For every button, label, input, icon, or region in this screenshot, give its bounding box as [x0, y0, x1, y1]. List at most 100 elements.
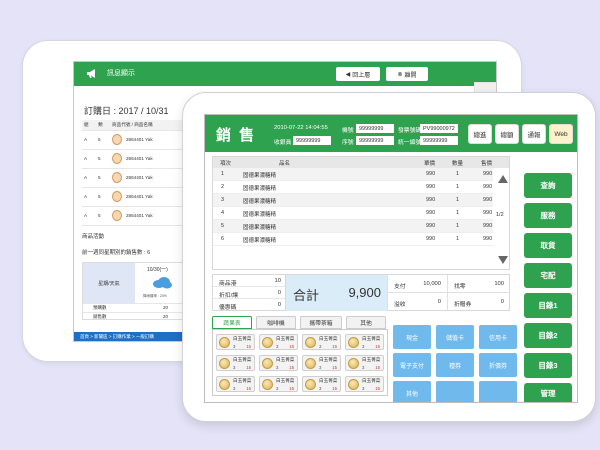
back-prev-button[interactable]: ◀ 回上層 [336, 67, 380, 81]
tab-category-2[interactable]: 咖啡機 [256, 316, 296, 329]
row-qty: 1 [456, 197, 460, 203]
scroll-up-icon[interactable] [498, 175, 508, 183]
product-image-icon [348, 337, 359, 348]
product-price: 15 [332, 344, 337, 349]
product-tile[interactable]: 白玉菁菜 3 15 [259, 355, 298, 371]
top-button-1[interactable]: 總進 [468, 124, 492, 144]
product-tile[interactable]: 白玉菁菜 3 15 [302, 334, 341, 350]
product-grid: 白玉菁菜 3 15 白玉菁菜 3 15 白玉菁菜 3 15 白玉菁菜 3 15 白玉菁菜 3 15 白玉菁菜 3… [212, 329, 388, 396]
scroll-down-icon[interactable] [498, 256, 508, 264]
promo-text: 前一週同星期別的銷售數 : 6 [82, 250, 151, 256]
product-tile[interactable]: 白玉菁菜 3 15 [216, 355, 255, 371]
menu-pickup-button[interactable]: 取貨 [524, 233, 572, 258]
pay-discount-coupon-button[interactable]: 折價券 [479, 353, 517, 377]
row-price: 990 [426, 171, 436, 177]
sales-item-table: 項次 品名 單價 數量 售價 1 固德果濃糖精 990 1 990 2 固德果濃糖精 990… [212, 156, 510, 270]
pay-other-button[interactable]: 其他 [393, 381, 431, 402]
pay-empty-button[interactable] [436, 381, 474, 402]
table-row[interactable]: 1 固德果濃糖精 990 1 990 [213, 168, 493, 181]
product-tile[interactable]: 白玉菁菜 3 15 [259, 376, 298, 392]
pay-voucher-button[interactable]: 禮券 [436, 353, 474, 377]
product-tile[interactable]: 白玉菁菜 3 15 [259, 334, 298, 350]
tab-category-3[interactable]: 攜帶茶箱 [300, 316, 342, 329]
product-tile[interactable]: 白玉菁菜 3 15 [345, 376, 384, 392]
pay-credit-card-button[interactable]: 信用卡 [479, 325, 517, 349]
value: 0 [277, 302, 281, 308]
cell: A [82, 206, 96, 226]
menu-service-button[interactable]: 服務 [524, 203, 572, 228]
total-box: 合計 9,900 [285, 275, 387, 311]
menu-admin-button[interactable]: 管理 [524, 383, 572, 402]
value: 0 [500, 299, 504, 305]
product-price: 15 [289, 386, 294, 391]
product-qty: 3 [319, 344, 322, 349]
product-tile[interactable]: 白玉菁菜 3 15 [302, 355, 341, 371]
uniform-value: 99999999 [420, 136, 458, 145]
pos-screen: 銷 售 2010-07-22 14:04:55 機號 99999999 收銀員 … [204, 114, 578, 403]
value: 100 [494, 281, 504, 287]
product-tile[interactable]: 白玉菁菜 3 15 [216, 376, 255, 392]
product-tile[interactable]: 白玉菁菜 3 15 [216, 334, 255, 350]
avatar [112, 210, 122, 221]
product-name: 白玉菁菜 [233, 336, 252, 341]
cloud-icon [153, 277, 172, 289]
machine-value: 99999999 [356, 124, 394, 133]
product-qty: 3 [276, 365, 279, 370]
top-button-3[interactable]: 通報 [522, 124, 546, 144]
change-cell: 找零 100 [447, 275, 510, 293]
menu-catalog1-button[interactable]: 目錄1 [524, 293, 572, 318]
pay-cash-button[interactable]: 現金 [393, 325, 431, 349]
invoice-value: PV99000972 [420, 124, 458, 133]
total-label: 合計 [293, 288, 320, 303]
tab-category-1[interactable]: 蔬果表 [212, 316, 252, 329]
cashier-value: 99999999 [293, 136, 331, 145]
product-tile[interactable]: 白玉菁菜 3 15 [302, 376, 341, 392]
row-value: 20 [163, 305, 169, 310]
back-leave-button[interactable]: ⊗ 離開 [386, 67, 428, 81]
front-tablet: 銷 售 2010-07-22 14:04:55 機號 99999999 收銀員 … [182, 92, 596, 422]
menu-delivery-button[interactable]: 宅配 [524, 263, 572, 288]
pay-epay-button[interactable]: 電子支付 [393, 353, 431, 377]
product-qty: 3 [276, 344, 279, 349]
product-tile[interactable]: 白玉菁菜 3 15 [345, 334, 384, 350]
breadcrumb[interactable]: 首頁 > 新聞區 > 訂購作業 > 一般訂購 [80, 334, 154, 340]
product-name: 白玉菁菜 [319, 357, 338, 362]
web-button[interactable]: Web [549, 124, 573, 144]
close-circle-icon: ⊗ [397, 71, 403, 78]
tab-category-4[interactable]: 其他 [346, 316, 386, 329]
value: 10,000 [423, 281, 441, 287]
table-row[interactable]: 5 固德果濃糖精 990 1 990 [213, 220, 493, 233]
pay-stored-card-button[interactable]: 儲值卡 [436, 325, 474, 349]
product-price: 15 [332, 365, 337, 370]
table-row[interactable]: 3 固德果濃糖精 990 1 990 [213, 194, 493, 207]
product-qty: 3 [233, 386, 236, 391]
row-amount: 990 [483, 210, 493, 216]
product-name: 白玉菁菜 [276, 357, 295, 362]
row-name: 固德果濃糖精 [243, 238, 277, 244]
product-price: 15 [246, 344, 251, 349]
top-button-2[interactable]: 總額 [495, 124, 519, 144]
avatar [112, 134, 122, 145]
back-arrow-icon: ◀ [345, 71, 351, 78]
cell: 5 [96, 187, 110, 207]
product-price: 15 [375, 386, 380, 391]
menu-catalog2-button[interactable]: 目錄2 [524, 323, 572, 348]
product-image-icon [219, 337, 230, 348]
cell: 5 [96, 168, 110, 188]
row-qty: 1 [456, 210, 460, 216]
menu-query-button[interactable]: 查詢 [524, 173, 572, 198]
table-row[interactable]: 2 固德果濃糖精 990 1 990 [213, 181, 493, 194]
label: 優惠碼 [219, 305, 237, 311]
row-amount: 990 [483, 184, 493, 190]
product-tile[interactable]: 白玉菁菜 3 15 [345, 355, 384, 371]
row-label: 預購數 [93, 305, 107, 310]
row-name: 固德果濃糖精 [243, 186, 277, 192]
summary-panel: 商品港 10 折扣/讓 0 優惠碼 0 合計 9,900 支付 10,000 找零 100… [212, 274, 510, 311]
pay-empty-button[interactable] [479, 381, 517, 402]
table-row[interactable]: 6 固德果濃糖精 990 1 990 [213, 233, 493, 246]
weather-date: 10/30(一) [147, 267, 168, 273]
table-row[interactable]: 4 固德果濃糖精 990 1 990 [213, 207, 493, 220]
cashier-label: 收銀員 [274, 140, 292, 146]
menu-catalog3-button[interactable]: 目錄3 [524, 353, 572, 378]
cell: A [82, 149, 96, 169]
